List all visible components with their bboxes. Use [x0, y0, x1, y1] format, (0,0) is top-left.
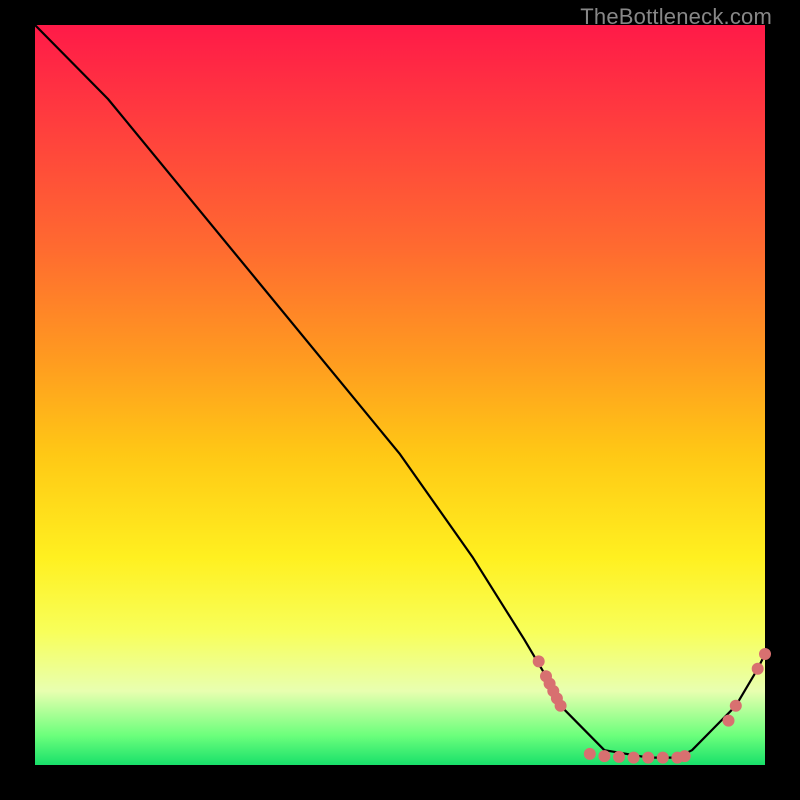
data-marker	[679, 751, 690, 762]
data-marker	[730, 700, 741, 711]
data-marker	[614, 751, 625, 762]
data-marker	[657, 752, 668, 763]
data-marker	[760, 649, 771, 660]
data-marker	[643, 752, 654, 763]
chart-svg	[0, 0, 800, 800]
data-marker	[584, 748, 595, 759]
data-marker	[555, 700, 566, 711]
curve-line	[35, 25, 765, 758]
data-marker	[752, 663, 763, 674]
data-marker	[723, 715, 734, 726]
data-marker	[599, 751, 610, 762]
data-marker	[533, 656, 544, 667]
data-marker	[628, 752, 639, 763]
